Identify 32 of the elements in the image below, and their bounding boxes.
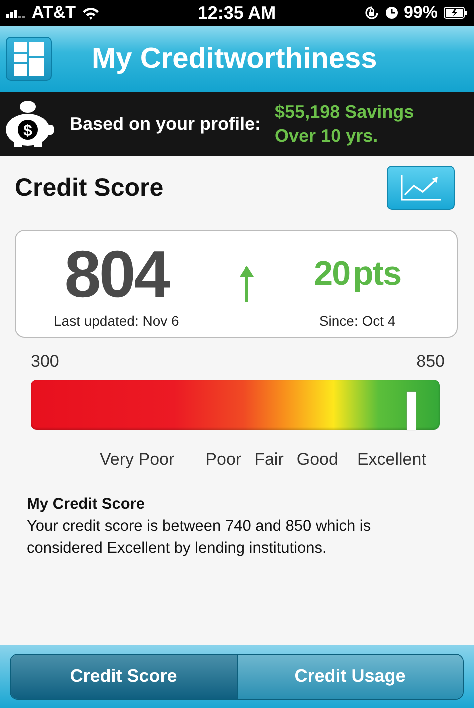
wifi-icon (82, 6, 100, 20)
rating-label: Poor (206, 450, 242, 470)
banner-label: Based on your profile: (70, 114, 262, 134)
signal-icon (6, 8, 26, 18)
line-chart-icon (401, 175, 441, 201)
tab[interactable]: Credit Score (11, 654, 236, 698)
min-score: 300 (31, 352, 60, 372)
rating-label: Excellent (357, 450, 426, 470)
savings-period: Over 10 yrs. (275, 125, 380, 148)
rotation-lock-icon (364, 5, 380, 21)
max-score: 850 (416, 352, 445, 372)
tab[interactable]: Credit Usage (236, 654, 463, 698)
credit-score-value: 804 (64, 239, 169, 309)
savings-amount: $55,198 Savings (275, 101, 414, 124)
section-title: Credit Score (15, 174, 164, 202)
clock-icon (386, 7, 398, 19)
description-text: Your credit score is between 740 and 850 which is considered Excellent by lending institutions. (27, 517, 372, 559)
status-time: 12:35 AM (198, 2, 276, 24)
rating-label: Fair (254, 450, 284, 470)
description-title: My Credit Score (27, 495, 146, 515)
score-change: 20pts (314, 254, 401, 295)
battery-icon (444, 7, 468, 19)
last-updated: Last updated: Nov 6 (54, 313, 180, 329)
since-date: Since: Oct 4 (319, 313, 396, 329)
app-title: My Creditworthiness (92, 42, 378, 76)
menu-button[interactable] (6, 37, 52, 81)
chart-button[interactable] (387, 166, 455, 210)
rating-label: Good (296, 450, 338, 470)
rating-label: Very Poor (100, 450, 175, 470)
grid-icon (14, 42, 44, 76)
carrier-name: AT&T (32, 3, 76, 23)
battery-percent: 99% (404, 3, 438, 23)
